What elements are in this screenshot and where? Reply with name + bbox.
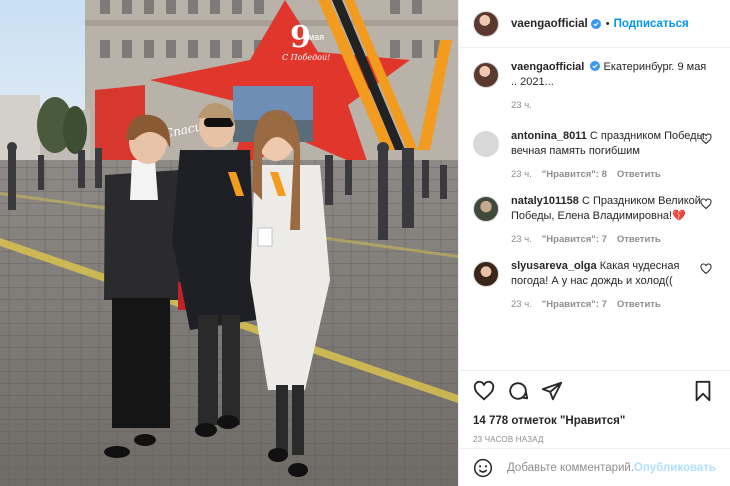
commenter-username[interactable]: nataly101158 xyxy=(511,195,579,207)
post-side-panel: vaengaofficial • Подписаться vaengaoffic… xyxy=(458,0,730,486)
reply-button[interactable]: Ответить xyxy=(617,234,661,245)
comment-time[interactable]: 23 ч. xyxy=(511,169,532,180)
comment-bubble-icon[interactable] xyxy=(507,380,529,402)
caption-text: vaengaofficial Екатеринбург. 9 мая .. 20… xyxy=(511,60,711,90)
comment-likes[interactable]: "Нравится": 8 xyxy=(542,169,607,180)
commenter-avatar[interactable] xyxy=(473,261,499,287)
reply-button[interactable]: Ответить xyxy=(617,299,661,310)
verified-badge-icon xyxy=(590,61,601,71)
likes-count[interactable]: 14 778 отметок "Нравится" xyxy=(473,415,716,427)
like-comment-heart-icon[interactable] xyxy=(700,263,712,275)
like-comment-heart-icon[interactable] xyxy=(700,198,712,210)
post-photo[interactable]: 9 мая С Победой! Спасибо xyxy=(0,0,458,486)
post-actions: 14 778 отметок "Нравится" 23 ЧАСОВ НАЗАД xyxy=(459,370,730,444)
separator-dot: • xyxy=(605,17,610,30)
author-avatar[interactable] xyxy=(473,62,499,88)
sign-script: С Победой! xyxy=(282,53,330,62)
comment-likes[interactable]: "Нравится": 7 xyxy=(542,234,607,245)
comment-item: antonina_8011 С праздником Победы, вечна… xyxy=(459,129,730,180)
comment-time[interactable]: 23 ч. xyxy=(511,234,532,245)
comment-input[interactable]: Добавьте комментарий... xyxy=(507,462,634,474)
photo-illustration: 9 мая С Победой! Спасибо xyxy=(0,0,458,486)
commenter-avatar[interactable] xyxy=(473,196,499,222)
like-heart-icon[interactable] xyxy=(473,380,495,402)
author-avatar[interactable] xyxy=(473,10,499,37)
caption-time: 23 ч. xyxy=(511,100,532,111)
comment-time[interactable]: 23 ч. xyxy=(511,299,532,310)
caption-item: vaengaofficial Екатеринбург. 9 мая .. 20… xyxy=(459,60,730,111)
follow-button[interactable]: Подписаться xyxy=(614,18,689,30)
post-header: vaengaofficial • Подписаться xyxy=(459,0,730,48)
commenter-username[interactable]: antonina_8011 xyxy=(511,130,587,142)
save-bookmark-icon[interactable] xyxy=(692,380,714,402)
publish-button[interactable]: Опубликовать xyxy=(634,462,716,474)
emoji-icon[interactable] xyxy=(473,458,493,478)
comment-item: slyusareva_olga Какая чудесная погода! А… xyxy=(459,259,730,310)
comment-item: nataly101158 С Праздником Великой Победы… xyxy=(459,194,730,245)
commenter-username[interactable]: slyusareva_olga xyxy=(511,260,597,272)
comment-composer: Добавьте комментарий... Опубликовать xyxy=(459,448,730,486)
share-plane-icon[interactable] xyxy=(541,380,563,402)
reply-button[interactable]: Ответить xyxy=(617,169,661,180)
like-comment-heart-icon[interactable] xyxy=(700,133,712,145)
comment-likes[interactable]: "Нравится": 7 xyxy=(542,299,607,310)
commenter-avatar[interactable] xyxy=(473,131,499,157)
comments-list[interactable]: vaengaofficial Екатеринбург. 9 мая .. 20… xyxy=(459,60,730,370)
posted-time[interactable]: 23 ЧАСОВ НАЗАД xyxy=(473,435,716,444)
caption-username[interactable]: vaengaofficial xyxy=(511,61,584,73)
author-username[interactable]: vaengaofficial xyxy=(511,18,588,30)
sign-month: мая xyxy=(308,32,324,42)
verified-badge-icon xyxy=(590,18,601,29)
